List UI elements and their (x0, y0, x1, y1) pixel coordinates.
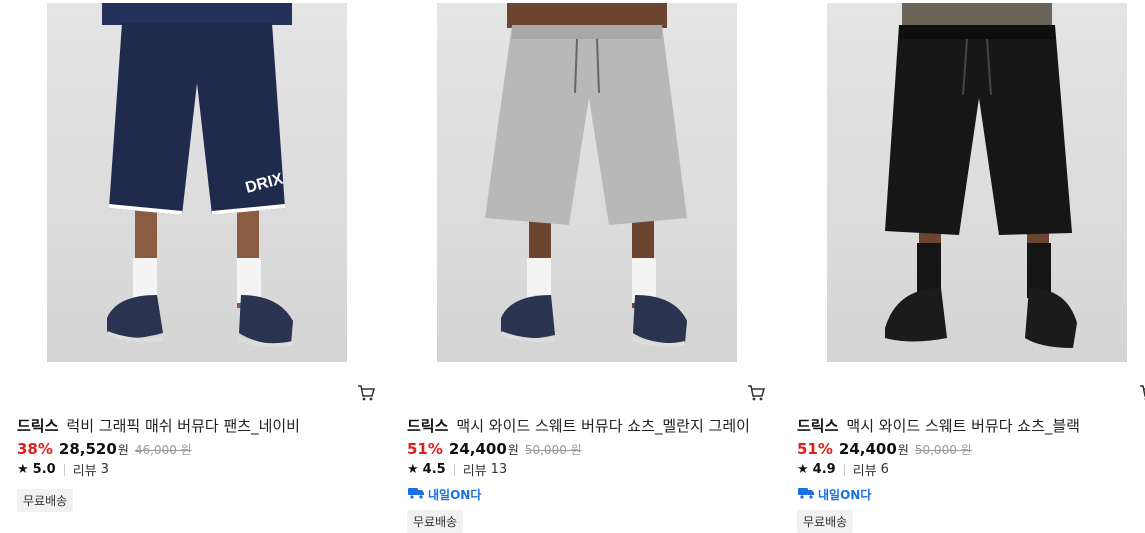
product-name[interactable]: 맥시 와이드 스웨트 버뮤다 쇼츠_블랙 (846, 417, 1080, 435)
price-row: 51% 24,400원 50,000 원 (797, 440, 972, 458)
currency: 원 (118, 443, 129, 457)
price-row: 38% 28,520원 46,000 원 (17, 440, 192, 458)
divider (454, 464, 455, 476)
product-name[interactable]: 럭비 그래픽 매쉬 버뮤다 팬츠_네이비 (66, 417, 300, 435)
product-brand[interactable]: 드릭스 (17, 417, 58, 435)
product-title[interactable]: 드릭스 맥시 와이드 스웨트 버뮤다 쇼츠_블랙 (797, 415, 1080, 436)
discount-rate: 51% (797, 440, 833, 458)
truck-icon (407, 487, 425, 502)
cart-icon[interactable] (1139, 384, 1145, 402)
review-label: 리뷰 (73, 460, 97, 479)
discount-rate: 38% (17, 440, 53, 458)
divider (844, 464, 845, 476)
review-count: 6 (881, 462, 889, 477)
free-shipping-badge: 무료배송 (797, 510, 853, 533)
product-brand[interactable]: 드릭스 (797, 417, 838, 435)
rating-score: 5.0 (33, 462, 56, 477)
delivery-label: 내일ON다 (428, 486, 481, 503)
product-title[interactable]: 드릭스 럭비 그래픽 매쉬 버뮤다 팬츠_네이비 (17, 415, 300, 436)
original-price: 46,000 원 (135, 443, 192, 457)
currency: 원 (898, 443, 909, 457)
product-brand[interactable]: 드릭스 (407, 417, 448, 435)
delivery-badge: 내일ON다 (407, 486, 481, 503)
rating-score: 4.5 (423, 462, 446, 477)
sale-price: 24,400 (449, 440, 507, 458)
product-title[interactable]: 드릭스 맥시 와이드 스웨트 버뮤다 쇼츠_멜란지 그레이 (407, 415, 750, 436)
currency: 원 (508, 443, 519, 457)
rating-row: ★ 4.9 리뷰 6 (797, 460, 889, 479)
cart-icon[interactable] (357, 384, 375, 402)
star-icon: ★ (17, 462, 29, 477)
rating-row: ★ 4.5 리뷰 13 (407, 460, 507, 479)
product-card[interactable]: DRIX 드릭스 럭비 그래픽 매쉬 버뮤다 팬츠_네이비 38% 28,520원4… (17, 0, 377, 520)
free-shipping-badge: 무료배송 (407, 510, 463, 533)
product-image[interactable]: DRIX (47, 3, 347, 362)
product-image[interactable] (437, 3, 737, 362)
sale-price: 28,520 (59, 440, 117, 458)
discount-rate: 51% (407, 440, 443, 458)
truck-icon (797, 487, 815, 502)
product-image[interactable] (827, 3, 1127, 362)
cart-icon[interactable] (747, 384, 765, 402)
review-label: 리뷰 (463, 460, 487, 479)
rating-score: 4.9 (813, 462, 836, 477)
delivery-badge: 내일ON다 (797, 486, 871, 503)
star-icon: ★ (407, 462, 419, 477)
product-card[interactable]: 드릭스 맥시 와이드 스웨트 버뮤다 쇼츠_블랙 51% 24,400원 50,000… (797, 0, 1145, 520)
product-card[interactable]: 드릭스 맥시 와이드 스웨트 버뮤다 쇼츠_멜란지 그레이 51% 24,400원5… (407, 0, 767, 520)
original-price: 50,000 원 (915, 443, 972, 457)
star-icon: ★ (797, 462, 809, 477)
product-name[interactable]: 맥시 와이드 스웨트 버뮤다 쇼츠_멜란지 그레이 (456, 417, 750, 435)
original-price: 50,000 원 (525, 443, 582, 457)
review-label: 리뷰 (853, 460, 877, 479)
review-count: 3 (101, 462, 109, 477)
rating-row: ★ 5.0 리뷰 3 (17, 460, 109, 479)
review-count: 13 (491, 462, 508, 477)
free-shipping-badge: 무료배송 (17, 489, 73, 512)
delivery-label: 내일ON다 (818, 486, 871, 503)
divider (64, 464, 65, 476)
sale-price: 24,400 (839, 440, 897, 458)
price-row: 51% 24,400원 50,000 원 (407, 440, 582, 458)
